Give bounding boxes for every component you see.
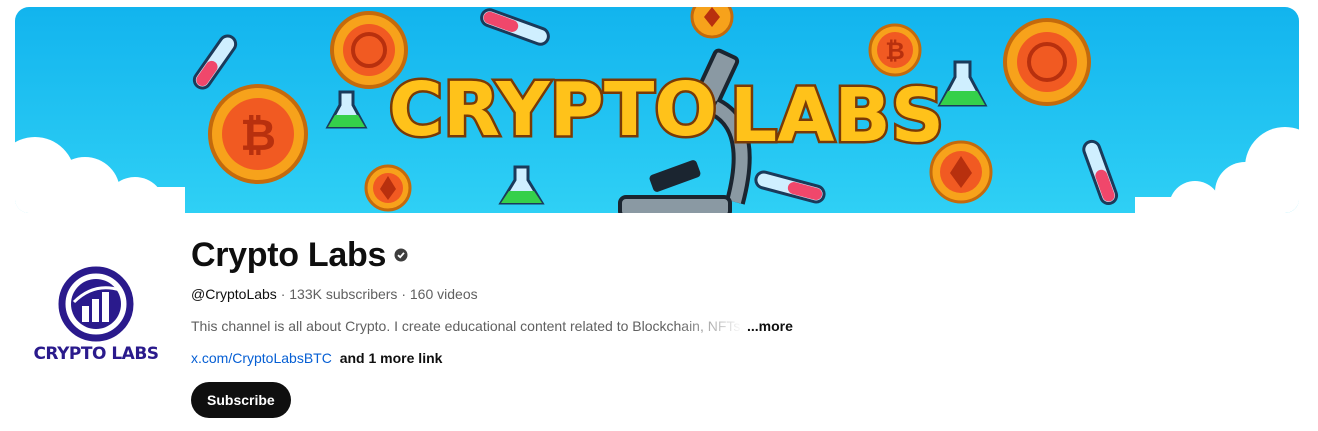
svg-text:₿: ₿ bbox=[240, 110, 276, 161]
external-link[interactable]: x.com/CryptoLabsBTC bbox=[191, 350, 332, 366]
video-count: 160 videos bbox=[409, 286, 478, 302]
avatar-label: CRYPTO LABS bbox=[33, 344, 159, 364]
verified-check-icon bbox=[394, 248, 408, 262]
ethereum-coin-icon bbox=[690, 7, 734, 39]
channel-info: Crypto Labs @CryptoLabs · 133K subscribe… bbox=[191, 232, 793, 418]
svg-text:₿: ₿ bbox=[885, 37, 905, 65]
channel-handle: @CryptoLabs bbox=[191, 286, 277, 302]
more-links-button[interactable]: and 1 more link bbox=[340, 350, 443, 366]
chart-ring-logo-icon bbox=[58, 266, 134, 342]
subscriber-count: 133K subscribers bbox=[289, 286, 398, 302]
channel-description[interactable]: This channel is all about Crypto. I crea… bbox=[191, 316, 793, 336]
channel-title: Crypto Labs bbox=[191, 235, 387, 274]
bitcoin-coin-icon: ₿ bbox=[868, 23, 922, 77]
logo-coin-icon bbox=[1003, 18, 1091, 106]
title-row: Crypto Labs bbox=[191, 232, 793, 278]
description-text: This channel is all about Crypto. I crea… bbox=[191, 318, 743, 334]
meta-separator: · bbox=[276, 286, 290, 302]
channel-banner: ₿ ₿ CRYPTO LABS bbox=[15, 7, 1299, 213]
channel-links: x.com/CryptoLabsBTC and 1 more link bbox=[191, 348, 793, 368]
banner-artwork: ₿ ₿ CRYPTO LABS bbox=[15, 7, 1299, 213]
banner-title-left: CRYPTO bbox=[389, 67, 717, 153]
more-button[interactable]: ...more bbox=[747, 316, 793, 336]
meta-separator: · bbox=[397, 286, 410, 302]
bitcoin-coin-icon: ₿ bbox=[208, 84, 308, 184]
banner-title-right: LABS bbox=[730, 73, 944, 159]
channel-meta: @CryptoLabs · 133K subscribers · 160 vid… bbox=[191, 284, 793, 304]
channel-avatar[interactable]: CRYPTO LABS bbox=[28, 262, 164, 372]
ethereum-coin-icon bbox=[364, 164, 412, 212]
subscribe-button[interactable]: Subscribe bbox=[191, 382, 291, 418]
